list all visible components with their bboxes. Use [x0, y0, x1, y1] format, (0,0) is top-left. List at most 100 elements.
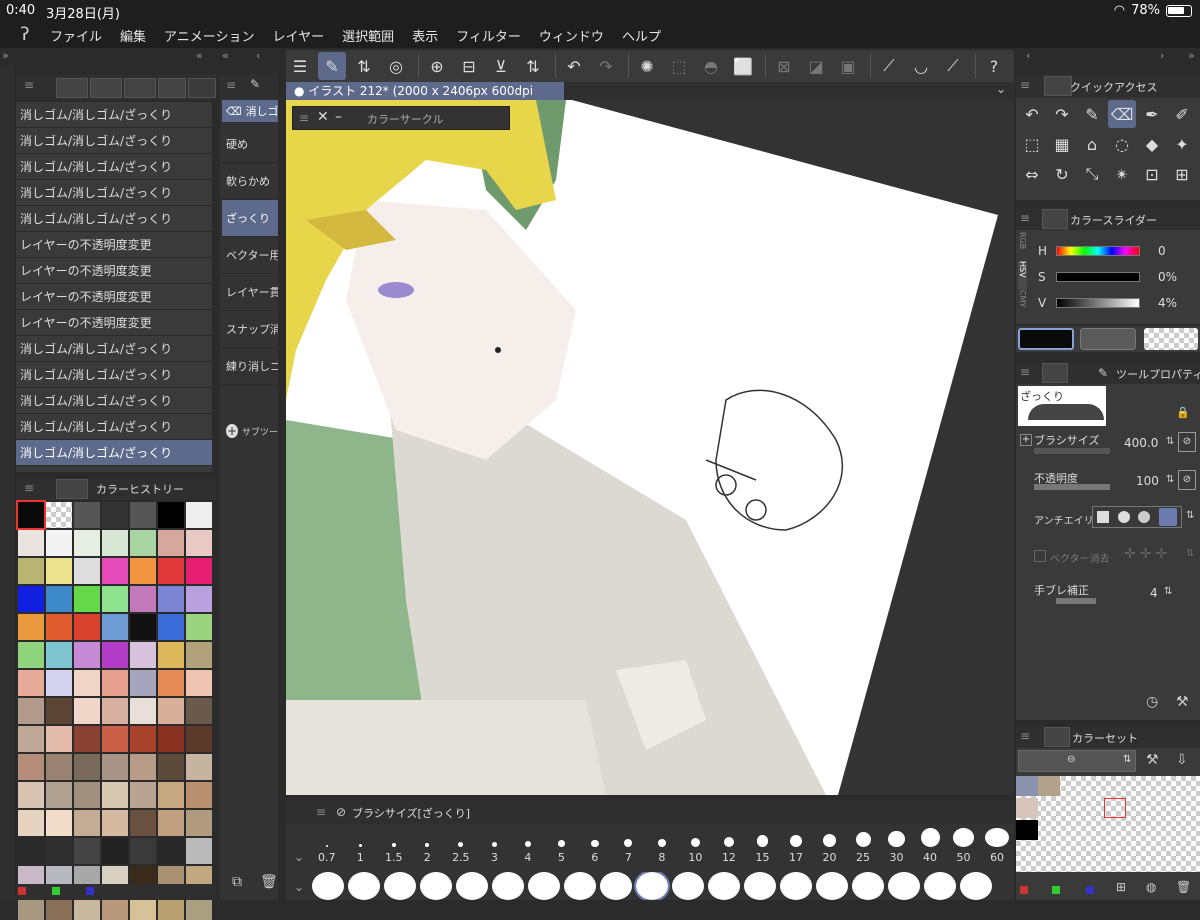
- color-history-swatch[interactable]: [74, 530, 100, 556]
- panel-grip-icon[interactable]: ≡: [1020, 729, 1030, 743]
- tab-history-icon[interactable]: [188, 78, 216, 98]
- color-history-swatch[interactable]: [18, 810, 44, 836]
- pen-line-icon[interactable]: ⟋: [939, 52, 967, 80]
- app-logo-icon[interactable]: ʔ: [0, 22, 50, 48]
- panel-grip-icon[interactable]: ≡: [316, 805, 326, 819]
- color-history-swatch[interactable]: [16, 500, 46, 530]
- color-history-swatch[interactable]: [102, 782, 128, 808]
- invert-selection-icon[interactable]: ◪: [802, 52, 830, 80]
- color-history-swatch[interactable]: [102, 614, 128, 640]
- loading-icon[interactable]: ✺: [633, 52, 661, 80]
- color-set-grid[interactable]: [1016, 776, 1200, 872]
- color-history-swatch[interactable]: [102, 558, 128, 584]
- antialias-strong-icon[interactable]: [1158, 508, 1177, 526]
- resize-icon[interactable]: ⤡: [1078, 160, 1106, 188]
- brush-size-large-preset[interactable]: [528, 872, 560, 900]
- burst-icon[interactable]: ✴: [1108, 160, 1136, 188]
- undo-icon[interactable]: ↶: [1018, 100, 1046, 128]
- brush-size-large-preset[interactable]: [816, 872, 848, 900]
- open-folder-icon[interactable]: ⊟: [455, 52, 483, 80]
- eraser-icon[interactable]: ⌫: [1108, 100, 1136, 128]
- menu-layer[interactable]: レイヤー: [273, 26, 325, 45]
- brush-size-large-preset[interactable]: [564, 872, 596, 900]
- save-icon[interactable]: ⊻: [487, 52, 515, 80]
- selected-swatch[interactable]: [1104, 798, 1126, 818]
- color-history-swatch[interactable]: [74, 754, 100, 780]
- history-item[interactable]: 消しゴム/消しゴム/ざっくり: [16, 128, 212, 154]
- brush-size-preset[interactable]: 6: [578, 828, 612, 868]
- frame-icon[interactable]: ⊡: [1138, 160, 1166, 188]
- stepper-icon[interactable]: ⇅: [519, 52, 547, 80]
- vector-erase-mode-icons[interactable]: ✛✛✛: [1124, 546, 1171, 562]
- color-history-swatch[interactable]: [74, 698, 100, 724]
- color-history-swatch[interactable]: [186, 530, 212, 556]
- color-history-swatch[interactable]: [102, 530, 128, 556]
- brush-size-preset[interactable]: 10: [679, 828, 713, 868]
- color-history-swatch[interactable]: [158, 502, 184, 528]
- brush-size-large-preset[interactable]: [348, 872, 380, 900]
- subtool-item[interactable]: ざっくり: [222, 200, 278, 237]
- subtool-item[interactable]: 練り消しゴ: [222, 348, 278, 385]
- color-history-swatch[interactable]: [102, 698, 128, 724]
- blue-channel-icon[interactable]: [86, 887, 94, 895]
- antialias-weak-icon[interactable]: [1117, 511, 1130, 523]
- color-history-swatch[interactable]: [130, 558, 156, 584]
- tab-layer-property-icon[interactable]: [56, 78, 88, 98]
- tab-color-set-icon[interactable]: [1044, 727, 1070, 747]
- color-history-swatch[interactable]: [130, 838, 156, 864]
- color-history-swatch[interactable]: [74, 642, 100, 668]
- antialias-none-icon[interactable]: [1097, 511, 1110, 523]
- color-history-swatch[interactable]: [46, 726, 72, 752]
- color-history-swatch[interactable]: [130, 782, 156, 808]
- color-set-dropdown[interactable]: ⊖ ⇅: [1018, 750, 1136, 772]
- help-icon[interactable]: ?: [980, 52, 1008, 80]
- chevron-right-icon[interactable]: ›: [1160, 49, 1164, 62]
- menu-edit[interactable]: 編集: [120, 26, 146, 45]
- vector-erase-checkbox[interactable]: [1034, 550, 1046, 562]
- opacity-slider[interactable]: [1034, 484, 1110, 490]
- brush-size-preset[interactable]: 60: [980, 828, 1014, 868]
- brush-size-preset[interactable]: 5: [545, 828, 579, 868]
- color-history-swatch[interactable]: [46, 838, 72, 864]
- color-history-swatch[interactable]: [102, 810, 128, 836]
- eyedropper-add-icon[interactable]: ◍: [1146, 880, 1156, 894]
- color-history-swatch[interactable]: [158, 670, 184, 696]
- stepper-icon[interactable]: ⇅: [1164, 586, 1172, 597]
- color-swatch[interactable]: [1038, 776, 1060, 796]
- pressure-icon[interactable]: ⊘: [1178, 470, 1196, 490]
- color-history-swatch[interactable]: [130, 810, 156, 836]
- import-icon[interactable]: ⇩: [1176, 752, 1188, 768]
- panel-grip-icon[interactable]: ≡: [1020, 365, 1030, 379]
- antialias-selector[interactable]: [1092, 506, 1182, 528]
- menu-file[interactable]: ファイル: [50, 26, 102, 45]
- canvas-area[interactable]: [286, 100, 1014, 795]
- wrench-icon[interactable]: ⚒: [1176, 694, 1189, 710]
- color-history-swatch[interactable]: [18, 838, 44, 864]
- green-channel-icon[interactable]: [1052, 886, 1060, 894]
- brush-size-preset[interactable]: 2: [411, 828, 445, 868]
- color-history-swatch[interactable]: [186, 838, 212, 864]
- brush-size-large-preset[interactable]: [600, 872, 632, 900]
- color-history-swatch[interactable]: [186, 810, 212, 836]
- timer-icon[interactable]: ◷: [1146, 694, 1158, 710]
- tab-rgb[interactable]: RGB: [1018, 232, 1027, 261]
- color-history-swatch[interactable]: [158, 754, 184, 780]
- color-history-swatch[interactable]: [158, 530, 184, 556]
- history-item[interactable]: 消しゴム/消しゴム/ざっくり: [16, 414, 212, 440]
- transparent-color-chip[interactable]: [1144, 328, 1198, 350]
- history-scrollbar[interactable]: [212, 102, 216, 472]
- history-item[interactable]: レイヤーの不透明度変更: [16, 310, 212, 336]
- history-item[interactable]: 消しゴム/消しゴム/ざっくり: [16, 388, 212, 414]
- color-history-swatch[interactable]: [186, 558, 212, 584]
- history-item[interactable]: 消しゴム/消しゴム/ざっくり: [16, 102, 212, 128]
- color-history-swatch[interactable]: [102, 838, 128, 864]
- color-history-swatch[interactable]: [102, 642, 128, 668]
- brush-size-large-preset[interactable]: [708, 872, 740, 900]
- chevron-left-icon[interactable]: ‹: [256, 49, 260, 62]
- panel-grip-icon[interactable]: ≡: [1020, 78, 1030, 92]
- stepper-icon[interactable]: ⇅: [1166, 436, 1174, 447]
- color-history-swatch[interactable]: [46, 558, 72, 584]
- color-history-swatch[interactable]: [186, 614, 212, 640]
- brush-size-tab-icon[interactable]: ⊘: [336, 805, 346, 819]
- lock-icon[interactable]: 🔒: [1176, 406, 1190, 419]
